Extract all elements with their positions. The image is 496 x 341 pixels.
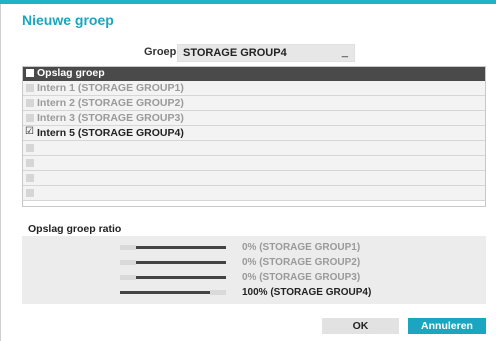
row-checkbox[interactable] [26, 144, 34, 152]
ratio-label: 0% (STORAGE GROUP1) [242, 242, 361, 253]
row-checkbox[interactable] [26, 189, 34, 197]
title-accent-line [0, 0, 496, 4]
ratio-slider[interactable] [120, 290, 226, 295]
ratio-slider-handle[interactable] [210, 290, 226, 295]
dialog-title: Nieuwe groep [22, 12, 114, 28]
ratio-label: 0% (STORAGE GROUP3) [242, 272, 361, 283]
table-row[interactable] [22, 171, 486, 186]
row-checkbox[interactable] [26, 114, 34, 122]
ratio-label: 0% (STORAGE GROUP2) [242, 257, 361, 268]
ratio-row: 0% (STORAGE GROUP3) [22, 271, 486, 285]
table-header-label: Opslag groep [37, 67, 105, 79]
row-label: Intern 5 (STORAGE GROUP4) [37, 127, 184, 139]
group-row: Groep STORAGE GROUP4 _ [0, 44, 496, 62]
ratio-row: 0% (STORAGE GROUP1) [22, 241, 486, 255]
ratio-slider-handle[interactable] [120, 275, 136, 280]
ratio-panel: 0% (STORAGE GROUP1) 0% (STORAGE GROUP2) 0%… [22, 236, 486, 304]
ratio-label: 100% (STORAGE GROUP4) [242, 287, 372, 298]
table-row[interactable]: Intern 1 (STORAGE GROUP1) [22, 81, 486, 96]
ratio-slider[interactable] [120, 275, 226, 280]
select-all-checkbox[interactable] [26, 69, 34, 77]
ok-button[interactable]: OK [322, 318, 399, 334]
ratio-row: 100% (STORAGE GROUP4) [22, 286, 486, 300]
table-row[interactable] [22, 186, 486, 201]
dropdown-caret-icon: _ [341, 46, 348, 58]
row-checkbox[interactable] [26, 99, 34, 107]
ratio-slider[interactable] [120, 260, 226, 265]
table-row[interactable] [22, 141, 486, 156]
ratio-title: Opslag groep ratio [28, 223, 122, 235]
row-checkbox[interactable] [26, 159, 34, 167]
row-label: Intern 1 (STORAGE GROUP1) [37, 82, 184, 94]
table-row[interactable]: ☑ Intern 5 (STORAGE GROUP4) [22, 126, 486, 141]
ratio-row: 0% (STORAGE GROUP2) [22, 256, 486, 270]
group-select[interactable]: STORAGE GROUP4 _ [177, 44, 355, 62]
row-checkbox[interactable] [26, 84, 34, 92]
ratio-slider[interactable] [120, 245, 226, 250]
row-checkbox[interactable] [26, 174, 34, 182]
ratio-slider-handle[interactable] [120, 245, 136, 250]
group-select-value: STORAGE GROUP4 [183, 47, 287, 59]
table-row[interactable] [22, 156, 486, 171]
storage-group-table: Opslag groep Intern 1 (STORAGE GROUP1) In… [22, 66, 486, 201]
checkbox-checked-icon[interactable]: ☑ [25, 126, 34, 137]
ratio-slider-handle[interactable] [120, 260, 136, 265]
table-row[interactable]: Intern 3 (STORAGE GROUP3) [22, 111, 486, 126]
row-label: Intern 3 (STORAGE GROUP3) [37, 112, 184, 124]
table-row[interactable]: Intern 2 (STORAGE GROUP2) [22, 96, 486, 111]
group-label: Groep [144, 46, 177, 58]
table-header-row[interactable]: Opslag groep [22, 66, 486, 81]
cancel-button[interactable]: Annuleren [408, 318, 486, 334]
row-label: Intern 2 (STORAGE GROUP2) [37, 97, 184, 109]
